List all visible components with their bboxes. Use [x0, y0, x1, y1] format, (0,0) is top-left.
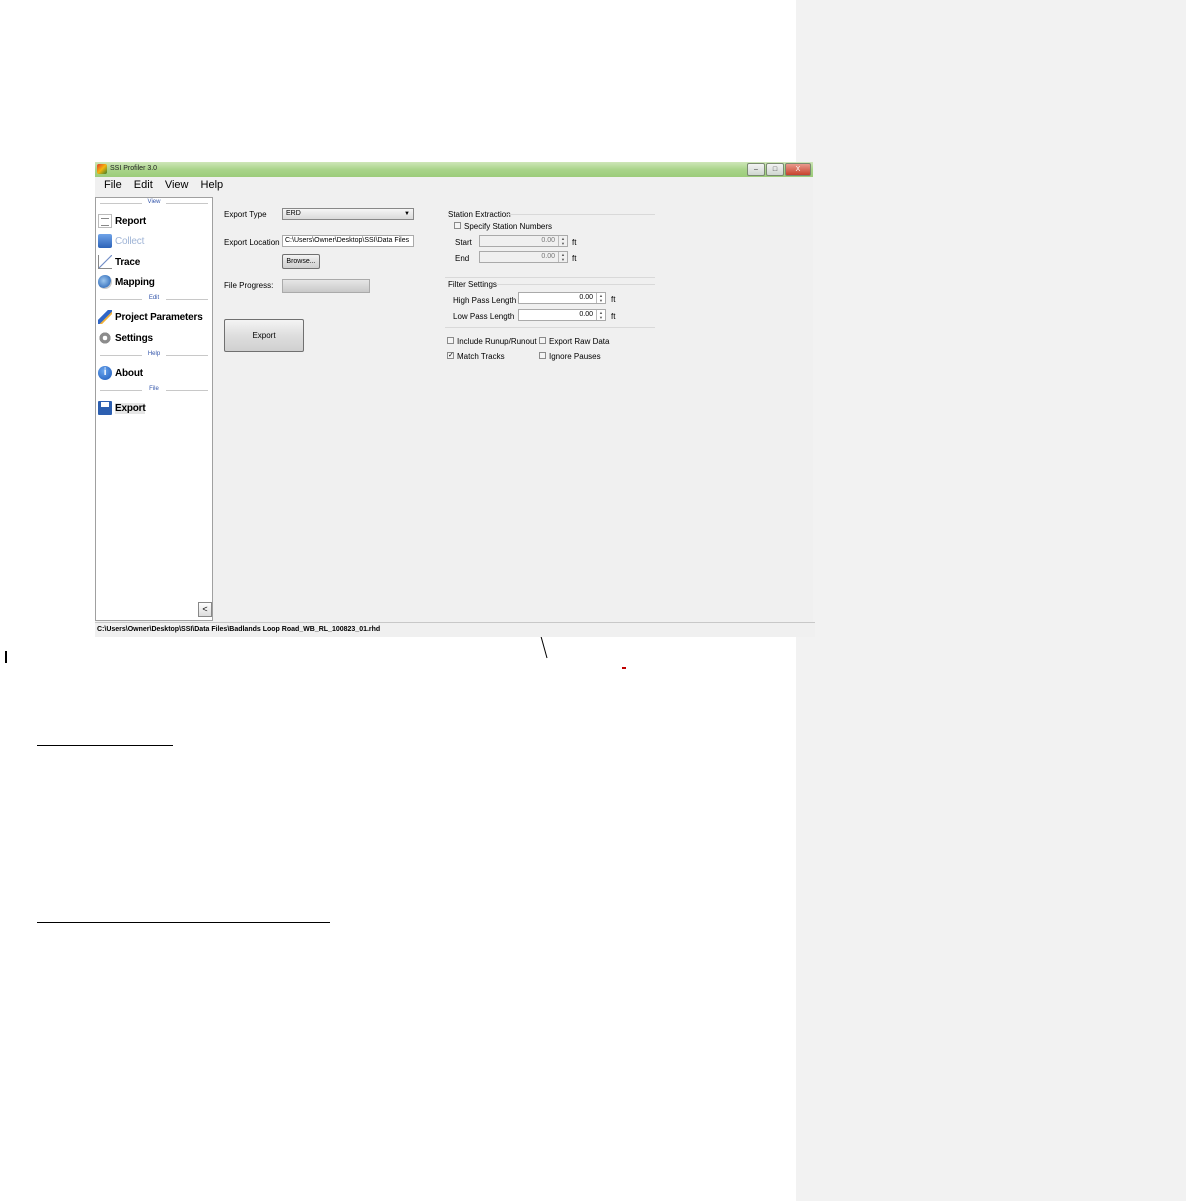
- maximize-button[interactable]: □: [766, 163, 784, 176]
- group-divider: [507, 214, 655, 215]
- doc-underline-1: [37, 745, 173, 746]
- status-bar: C:\Users\Owner\Desktop\SSI\Data Files\Ba…: [95, 622, 815, 637]
- spinner-icon[interactable]: ▲ ▼: [596, 310, 605, 320]
- end-station-input[interactable]: 0.00 ▲ ▼: [479, 251, 568, 263]
- collect-icon: [98, 234, 112, 248]
- file-progress-bar: [282, 279, 370, 293]
- sidebar-item-settings[interactable]: Settings: [98, 330, 153, 346]
- comment-pane: [796, 0, 1186, 1201]
- start-unit-label: ft: [572, 238, 577, 247]
- gear-icon: [98, 331, 112, 345]
- sidebar-item-label: Export: [115, 402, 146, 414]
- sidebar-item-about[interactable]: i About: [98, 365, 143, 381]
- sidebar-item-label: Mapping: [115, 276, 155, 288]
- low-pass-label: Low Pass Length: [453, 312, 515, 321]
- menu-edit[interactable]: Edit: [134, 177, 153, 191]
- sidebar-item-label: Collect: [115, 235, 145, 247]
- group-divider: [445, 277, 655, 278]
- include-runup-label: Include Runup/Runout: [457, 337, 537, 346]
- export-location-input[interactable]: C:\Users\Owner\Desktop\SSI\Data Files: [282, 235, 414, 247]
- menu-file[interactable]: File: [104, 177, 122, 191]
- export-button[interactable]: Export: [224, 319, 304, 352]
- doc-underline-2: [37, 922, 330, 923]
- window-controls: – □ X: [746, 163, 811, 176]
- export-location-label: Export Location: [224, 238, 280, 247]
- sidebar-item-report[interactable]: Report: [98, 213, 146, 229]
- sidebar-item-project-parameters[interactable]: Project Parameters: [98, 309, 203, 325]
- export-type-select[interactable]: ERD ▼: [282, 208, 414, 220]
- low-pass-input[interactable]: 0.00 ▲ ▼: [518, 309, 606, 321]
- high-pass-unit-label: ft: [611, 295, 616, 304]
- match-tracks-checkbox[interactable]: ✓: [447, 352, 454, 359]
- sidebar-item-label: Trace: [115, 256, 141, 268]
- title-bar: SSI Profiler 3.0 – □ X: [95, 162, 813, 177]
- report-icon: [98, 214, 112, 228]
- export-type-label: Export Type: [224, 210, 267, 219]
- spinner-icon[interactable]: ▲ ▼: [596, 293, 605, 303]
- high-pass-label: High Pass Length: [453, 296, 517, 305]
- spinner-icon[interactable]: ▲ ▼: [558, 252, 567, 262]
- include-runup-checkbox[interactable]: [447, 337, 454, 344]
- start-station-input[interactable]: 0.00 ▲ ▼: [479, 235, 568, 247]
- export-raw-data-label: Export Raw Data: [549, 337, 610, 346]
- spinner-icon[interactable]: ▲ ▼: [558, 236, 567, 246]
- start-label: Start: [455, 238, 472, 247]
- group-divider: [445, 327, 655, 328]
- sidebar-section-view: View: [100, 199, 208, 207]
- sidebar-item-trace[interactable]: Trace: [98, 254, 140, 270]
- export-type-value: ERD: [286, 210, 301, 217]
- low-pass-unit-label: ft: [611, 312, 616, 321]
- sidebar-section-file: File: [100, 386, 208, 394]
- app-logo-icon: [97, 164, 107, 174]
- browse-button[interactable]: Browse...: [282, 254, 320, 269]
- ignore-pauses-checkbox[interactable]: [539, 352, 546, 359]
- specify-station-numbers-label: Specify Station Numbers: [464, 222, 553, 231]
- text-cursor: [5, 651, 7, 663]
- export-raw-data-checkbox[interactable]: [539, 337, 546, 344]
- sidebar: View Report Collect Trace Mapping Edit P…: [95, 197, 213, 621]
- sidebar-item-label: Settings: [115, 332, 153, 344]
- pencil-icon: [98, 310, 112, 324]
- sidebar-section-help: Help: [100, 351, 208, 359]
- sidebar-item-mapping[interactable]: Mapping: [98, 274, 155, 290]
- end-unit-label: ft: [572, 254, 577, 263]
- app-window: SSI Profiler 3.0 – □ X File Edit View He…: [95, 162, 815, 637]
- dropdown-arrow-icon: ▼: [404, 211, 410, 217]
- match-tracks-label: Match Tracks: [457, 352, 505, 361]
- menu-help[interactable]: Help: [201, 177, 224, 191]
- ignore-pauses-label: Ignore Pauses: [549, 352, 601, 361]
- window-title: SSI Profiler 3.0: [110, 165, 158, 172]
- menu-bar: File Edit View Help: [95, 177, 813, 194]
- high-pass-input[interactable]: 0.00 ▲ ▼: [518, 292, 606, 304]
- low-pass-value: 0.00: [579, 311, 593, 318]
- minimize-button[interactable]: –: [747, 163, 765, 176]
- sidebar-item-label: About: [115, 367, 143, 379]
- globe-icon: [98, 275, 112, 289]
- sidebar-section-edit: Edit: [100, 295, 208, 303]
- end-station-value: 0.00: [541, 253, 555, 260]
- high-pass-value: 0.00: [579, 294, 593, 301]
- group-divider: [496, 284, 655, 285]
- filter-settings-title: Filter Settings: [448, 280, 497, 289]
- sidebar-item-label: Report: [115, 215, 147, 227]
- start-station-value: 0.00: [541, 237, 555, 244]
- sidebar-item-label: Project Parameters: [115, 311, 203, 323]
- trace-icon: [98, 255, 112, 269]
- sidebar-item-export[interactable]: Export: [98, 400, 146, 416]
- file-progress-label: File Progress:: [224, 281, 274, 290]
- info-icon: i: [98, 366, 112, 380]
- close-button[interactable]: X: [785, 163, 811, 176]
- save-icon: [98, 401, 112, 415]
- station-extraction-title: Station Extraction: [448, 210, 511, 219]
- revision-mark: [622, 667, 626, 669]
- end-label: End: [455, 254, 470, 263]
- collapse-sidebar-button[interactable]: <: [198, 602, 212, 617]
- specify-station-numbers-checkbox[interactable]: [454, 222, 461, 229]
- menu-view[interactable]: View: [165, 177, 189, 191]
- sidebar-item-collect[interactable]: Collect: [98, 233, 144, 249]
